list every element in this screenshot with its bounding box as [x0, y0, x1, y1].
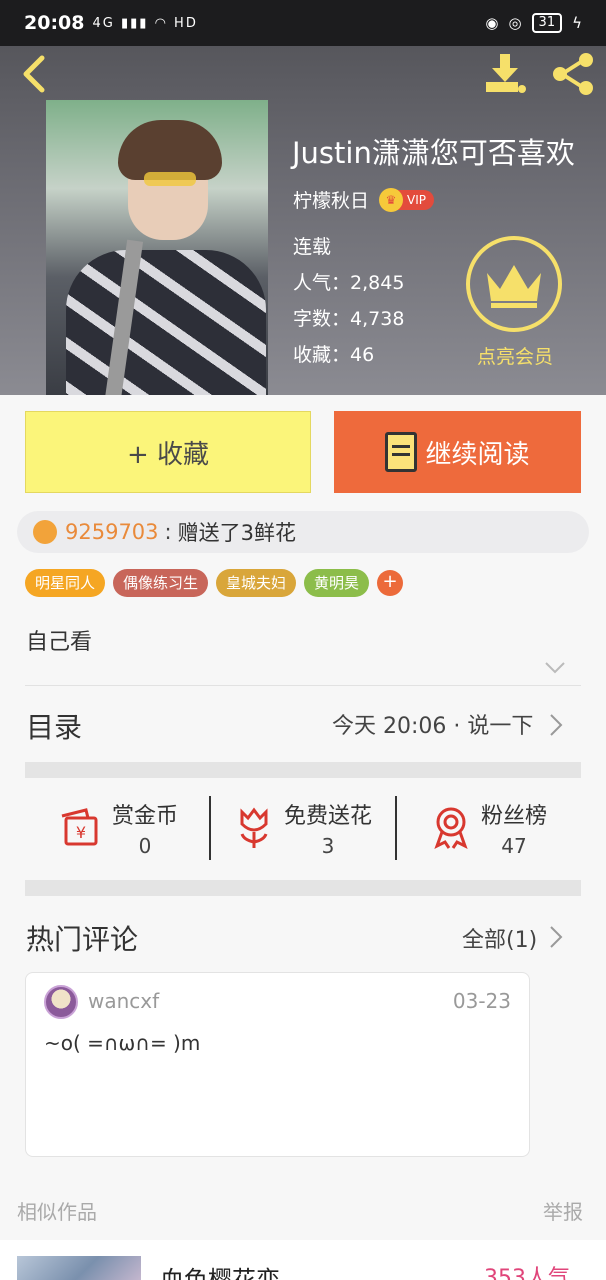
add-to-favorites-button[interactable]: + 收藏 [25, 411, 311, 493]
battery-icon: 31 [531, 13, 563, 33]
tag-list: 明星同人 偶像练习生 皇城夫妇 黄明昊 + [25, 569, 404, 597]
avatar[interactable] [44, 985, 78, 1019]
section-divider [25, 880, 581, 896]
tag-item[interactable]: 皇城夫妇 [216, 569, 297, 597]
book-cover-image [46, 100, 268, 395]
clap-icon [33, 520, 57, 544]
download-icon [486, 54, 526, 93]
comment-username[interactable]: wancxf [88, 989, 159, 1013]
charging-icon: ϟ [572, 14, 582, 32]
comment-text: ~o( =∩ω∩= )m [44, 1031, 201, 1055]
word-count-stat: 字数：4,738 [293, 308, 405, 330]
location-icon: ◎ [508, 14, 522, 32]
back-button[interactable] [14, 52, 58, 96]
catalog-last-update[interactable]: 今天 20:06 · 说一下 [332, 708, 533, 740]
tag-item[interactable]: 明星同人 [25, 569, 106, 597]
report-link[interactable]: 举报 [543, 1196, 583, 1225]
member-button[interactable]: 点亮会员 [466, 236, 564, 369]
vip-badge: ♛ VIP [379, 187, 434, 212]
envelope-yuan-icon: ¥ [61, 808, 98, 846]
popularity-stat: 人气：2,845 [293, 272, 405, 294]
chevron-right-icon[interactable] [548, 924, 564, 950]
similar-work-name: 血色樱花恋 [160, 1266, 280, 1280]
chevron-left-icon [23, 55, 45, 93]
tag-item[interactable]: 黄明昊 [304, 569, 370, 597]
serial-status: 连载 [293, 236, 332, 258]
section-divider [25, 762, 581, 778]
expand-description-button[interactable] [544, 660, 566, 674]
free-flower-button[interactable]: 免费送花 3 [211, 796, 397, 860]
favorites-stat: 收藏：46 [293, 344, 375, 366]
fan-ranking-label: 粉丝榜 [480, 804, 547, 829]
comment-card[interactable]: wancxf 03-23 ~o( =∩ω∩= )m [25, 972, 530, 1157]
signal-icon: 4G ▮▮▮ ◠ HD [92, 15, 198, 31]
share-button[interactable] [548, 50, 598, 98]
book-description: 自己看 [26, 630, 93, 655]
tag-item[interactable]: 偶像练习生 [113, 569, 209, 597]
chevron-right-icon[interactable] [548, 712, 564, 738]
all-comments-link[interactable]: 全部(1) [462, 922, 537, 954]
free-flower-value: 3 [321, 834, 335, 858]
comment-date: 03-23 [452, 989, 511, 1013]
medal-icon [434, 807, 468, 850]
similar-works-title: 相似作品 [17, 1200, 97, 1224]
author-name[interactable]: 柠檬秋日 [293, 186, 369, 213]
chevron-down-icon [545, 662, 565, 674]
book-title: Justin潇潇您可否喜欢 [292, 136, 575, 170]
flower-icon [240, 807, 268, 848]
divider [25, 685, 581, 686]
svg-text:¥: ¥ [76, 823, 86, 842]
similar-work-item[interactable]: 血色樱花恋 353人气 [0, 1240, 606, 1280]
similar-work-cover [17, 1256, 141, 1280]
free-flower-label: 免费送花 [283, 804, 372, 829]
similar-work-popularity: 353人气 [484, 1266, 570, 1280]
gift-text: 赠送了3鲜花 [177, 521, 296, 545]
gift-notice[interactable]: 9259703 : 赠送了3鲜花 [17, 511, 589, 553]
fan-ranking-button[interactable]: 粉丝榜 47 [397, 796, 581, 860]
share-icon [553, 53, 593, 95]
continue-reading-button[interactable]: 继续阅读 [334, 411, 581, 493]
gift-user-id: 9259703 [65, 520, 159, 544]
reward-coins-button[interactable]: ¥ 赏金币 0 [25, 796, 211, 860]
author-row[interactable]: 柠檬秋日 ♛ VIP [293, 186, 434, 213]
stats-bar: ¥ 赏金币 0 免费送花 3 粉丝榜 47 [25, 796, 581, 860]
status-time: 20:08 [24, 12, 85, 34]
crown-icon: ♛ [379, 187, 404, 212]
catalog-title[interactable]: 目录 [26, 706, 82, 746]
download-button[interactable] [480, 50, 530, 98]
crown-icon [466, 236, 562, 332]
status-bar: 20:08 4G ▮▮▮ ◠ HD ◉ ◎ 31 ϟ [0, 0, 606, 46]
add-tag-button[interactable]: + [377, 570, 404, 596]
reward-coins-label: 赏金币 [111, 804, 178, 829]
lock-icon: ◉ [485, 14, 499, 32]
member-label: 点亮会员 [476, 346, 553, 368]
fan-ranking-value: 47 [501, 834, 527, 858]
reward-coins-value: 0 [138, 834, 152, 858]
hot-comments-title: 热门评论 [26, 923, 139, 956]
book-icon [385, 432, 418, 472]
